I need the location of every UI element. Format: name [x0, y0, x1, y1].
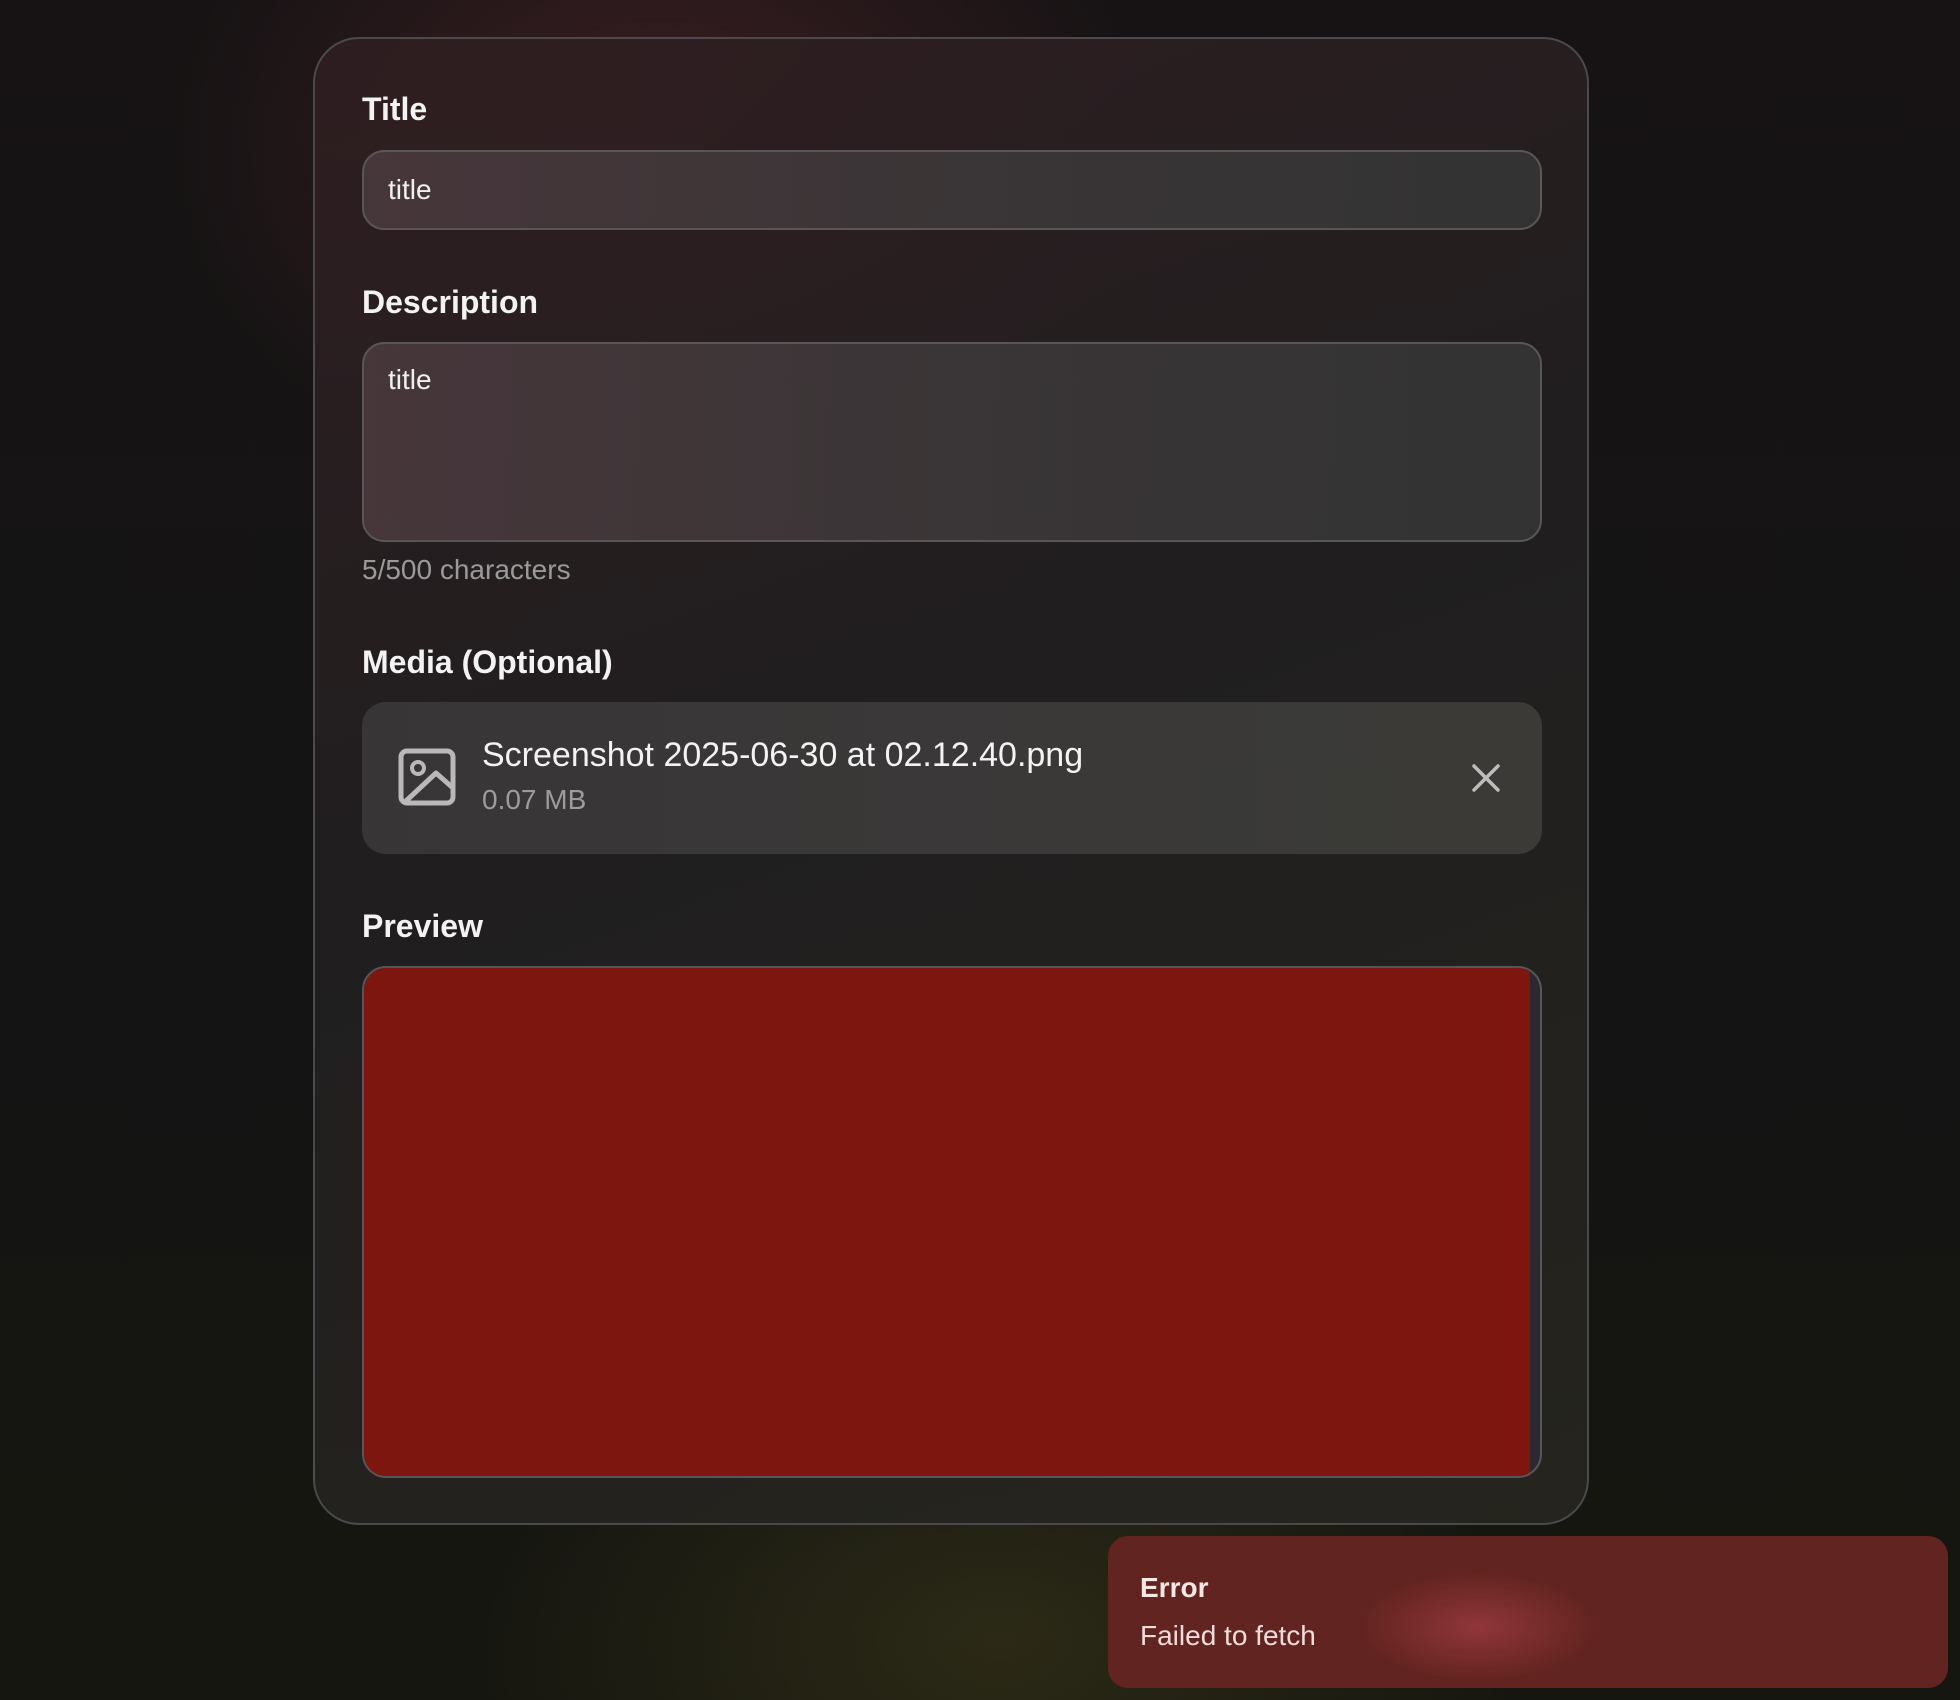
toast-glow — [1358, 1572, 1598, 1682]
media-file-size: 0.07 MB — [482, 784, 587, 815]
remove-media-button[interactable] — [1466, 758, 1506, 798]
media-file-name: Screenshot 2025-06-30 at 02.12.40.png — [482, 736, 1084, 774]
error-toast[interactable]: Error Failed to fetch — [1108, 1536, 1948, 1688]
title-label: Title — [362, 91, 428, 127]
media-label: Media (Optional) — [362, 644, 613, 680]
close-icon — [1472, 764, 1500, 792]
character-count: 5/500 characters — [362, 554, 571, 585]
toast-title: Error — [1140, 1572, 1209, 1603]
image-icon — [398, 748, 456, 806]
preview-label: Preview — [362, 908, 483, 944]
media-attachment: Screenshot 2025-06-30 at 02.12.40.png 0.… — [362, 702, 1542, 854]
description-label: Description — [362, 284, 539, 320]
description-textarea[interactable]: title — [362, 342, 1542, 542]
preview-frame — [362, 966, 1542, 1478]
title-input[interactable] — [362, 150, 1542, 230]
toast-message: Failed to fetch — [1140, 1620, 1316, 1651]
preview-image — [364, 968, 1530, 1476]
